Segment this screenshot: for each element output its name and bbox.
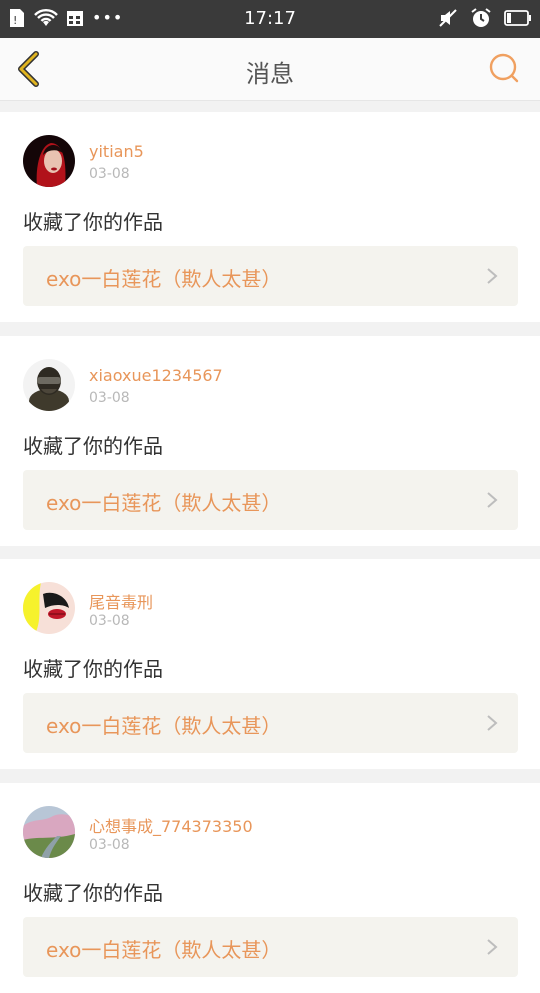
- work-link[interactable]: exo一白莲花（欺人太甚）: [23, 917, 518, 977]
- action-text: 收藏了你的作品: [23, 881, 163, 905]
- message-date: 03-08: [89, 613, 130, 629]
- alarm-icon: [471, 8, 491, 27]
- message-card: yitian5 03-08 收藏了你的作品 exo一白莲花（欺人太甚）: [0, 112, 540, 322]
- message-date: 03-08: [89, 837, 130, 853]
- avatar[interactable]: [23, 582, 75, 634]
- search-icon: [489, 53, 519, 83]
- action-text: 收藏了你的作品: [23, 434, 163, 458]
- page-title: 消息: [246, 60, 294, 88]
- work-title: exo一白莲花（欺人太甚）: [46, 491, 282, 515]
- chevron-right-icon: [487, 715, 498, 731]
- work-link[interactable]: exo一白莲花（欺人太甚）: [23, 246, 518, 306]
- work-title: exo一白莲花（欺人太甚）: [46, 714, 282, 738]
- action-text: 收藏了你的作品: [23, 657, 163, 681]
- username[interactable]: 尾音毒刑: [89, 589, 153, 613]
- mute-icon: [439, 9, 457, 27]
- work-title: exo一白莲花（欺人太甚）: [46, 267, 282, 291]
- battery-icon: [504, 10, 531, 26]
- chevron-right-icon: [487, 492, 498, 508]
- action-text: 收藏了你的作品: [23, 210, 163, 234]
- work-title: exo一白莲花（欺人太甚）: [46, 938, 282, 962]
- work-link[interactable]: exo一白莲花（欺人太甚）: [23, 470, 518, 530]
- status-bar: ! ••• 17:17: [0, 0, 540, 38]
- message-card: 尾音毒刑 03-08 收藏了你的作品 exo一白莲花（欺人太甚）: [0, 559, 540, 769]
- username[interactable]: 心想事成_774373350: [89, 813, 253, 837]
- username[interactable]: yitian5: [89, 142, 144, 161]
- work-link[interactable]: exo一白莲花（欺人太甚）: [23, 693, 518, 753]
- message-card: xiaoxue1234567 03-08 收藏了你的作品 exo一白莲花（欺人太…: [0, 336, 540, 546]
- avatar[interactable]: [23, 359, 75, 411]
- chevron-right-icon: [487, 268, 498, 284]
- status-right: [438, 7, 532, 29]
- search-button[interactable]: [488, 52, 520, 84]
- chevron-right-icon: [487, 939, 498, 955]
- nav-header: 消息: [0, 38, 540, 101]
- avatar[interactable]: [23, 806, 75, 858]
- username[interactable]: xiaoxue1234567: [89, 366, 223, 385]
- avatar[interactable]: [23, 135, 75, 187]
- message-date: 03-08: [89, 390, 130, 406]
- message-card: 心想事成_774373350 03-08 收藏了你的作品 exo一白莲花（欺人太…: [0, 783, 540, 993]
- message-date: 03-08: [89, 166, 130, 182]
